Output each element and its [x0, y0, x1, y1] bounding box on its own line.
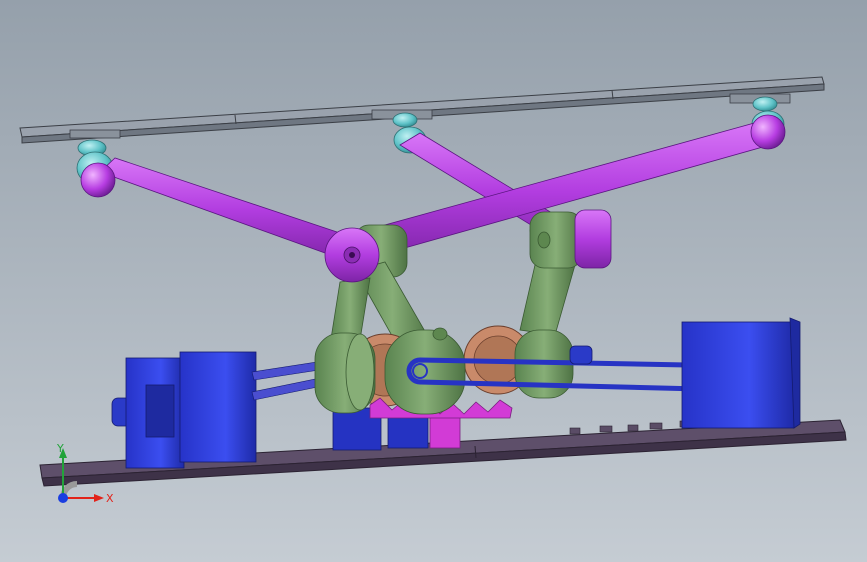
x-axis-label: X	[106, 492, 114, 505]
shaft-right[interactable]	[569, 345, 593, 365]
y-axis-label: Y	[56, 442, 64, 455]
rod-hub[interactable]	[324, 227, 380, 283]
green-hub-center[interactable]	[384, 327, 466, 415]
cad-viewport[interactable]: Y X	[0, 0, 867, 562]
green-hub-left[interactable]	[314, 332, 376, 414]
coordinate-triad-icon: Y X	[56, 442, 114, 505]
motor-right[interactable]	[681, 317, 801, 429]
assembly-model[interactable]	[0, 0, 867, 562]
